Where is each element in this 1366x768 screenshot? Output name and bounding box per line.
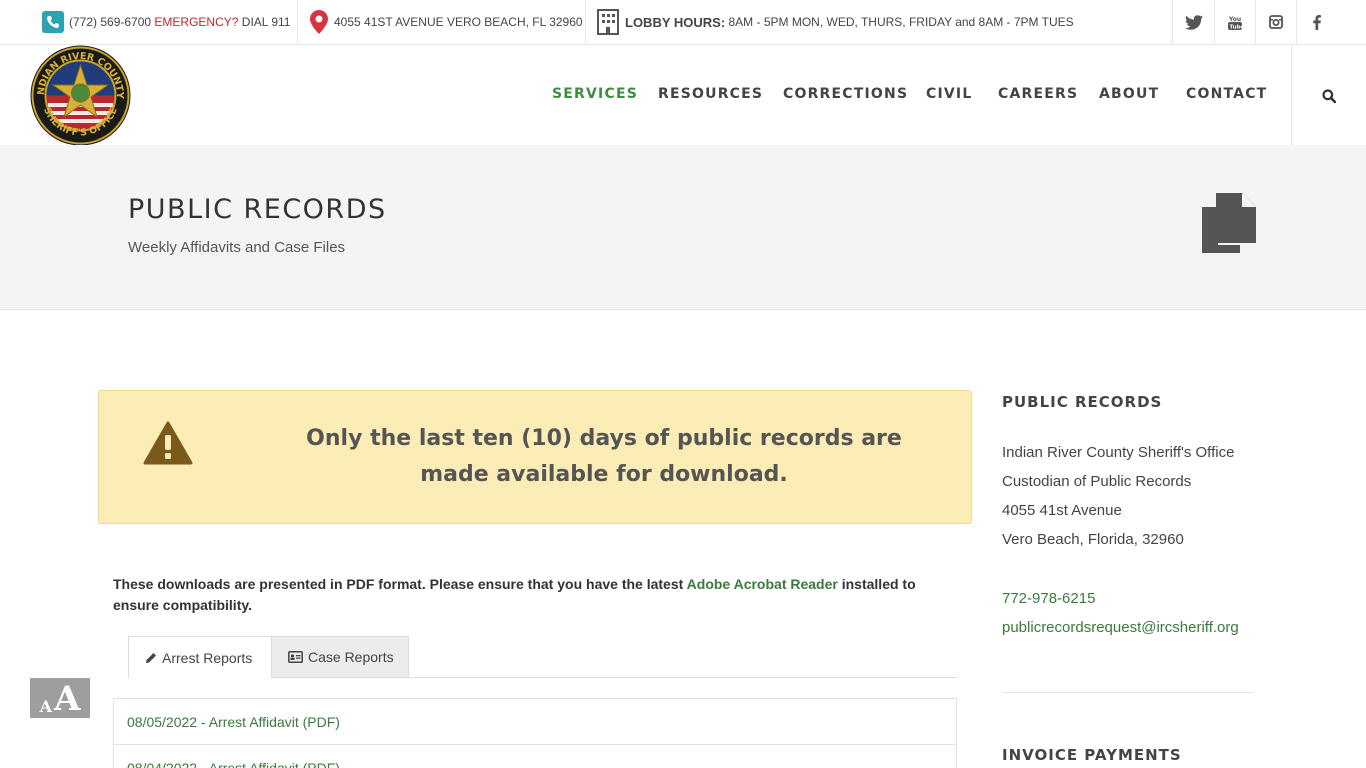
font-size-toggle[interactable]: A A	[30, 678, 90, 718]
records-list: 08/05/2022 - Arrest Affidavit (PDF) 08/0…	[113, 698, 957, 768]
record-link[interactable]: 08/04/2022 - Arrest Affidavit (PDF)	[127, 760, 340, 768]
nav-contact[interactable]: CONTACT	[1186, 86, 1267, 102]
sheriff-logo[interactable]: INDIAN RIVER COUNTY SHERIFF'S OFFICE	[28, 37, 131, 146]
nav-civil[interactable]: CIVIL	[926, 86, 972, 102]
pdf-intro: These downloads are presented in PDF for…	[113, 574, 958, 616]
phone-number[interactable]: (772) 569-6700	[69, 15, 151, 29]
sidebar-address-line: 4055 41st Avenue	[1002, 502, 1122, 519]
download-notice: Only the last ten (10) days of public re…	[98, 390, 972, 524]
warning-icon	[143, 421, 193, 465]
nav-services[interactable]: SERVICES	[552, 86, 638, 102]
lobby-hours-text: 8AM - 5PM MON, WED, THURS, FRIDAY and 8A…	[728, 15, 1074, 29]
search-button[interactable]	[1315, 85, 1343, 107]
lobby-hours-label: LOBBY HOURS:	[625, 14, 726, 30]
map-pin-icon	[310, 10, 328, 34]
youtube-icon: You Tube	[1227, 16, 1242, 31]
sidebar-address-line: Custodian of Public Records	[1002, 473, 1192, 490]
page-subtitle: Weekly Affidavits and Case Files	[128, 239, 346, 256]
building-icon	[597, 9, 619, 35]
nav-about[interactable]: ABOUT	[1099, 86, 1159, 102]
sidebar-heading-invoice: INVOICE PAYMENTS	[1002, 746, 1182, 764]
report-tabs: Arrest Reports Case Reports	[128, 636, 957, 679]
sidebar-heading: PUBLIC RECORDS	[1002, 393, 1163, 411]
tab-label: Case Reports	[308, 649, 394, 665]
tab-case-reports[interactable]: Case Reports	[271, 636, 409, 678]
sidebar-address-line: Vero Beach, Florida, 32960	[1002, 531, 1184, 548]
pencil-icon	[146, 652, 156, 663]
sidebar-email-link[interactable]: publicrecordsrequest@ircsheriff.org	[1002, 619, 1239, 636]
emergency-label: EMERGENCY?	[154, 15, 239, 29]
record-item: 08/05/2022 - Arrest Affidavit (PDF)	[113, 698, 957, 745]
intro-text: These downloads are presented in PDF for…	[113, 576, 687, 592]
twitter-icon	[1184, 14, 1203, 30]
instagram-link[interactable]	[1255, 0, 1296, 44]
record-link[interactable]: 08/05/2022 - Arrest Affidavit (PDF)	[127, 714, 340, 730]
acrobat-reader-link[interactable]: Adobe Acrobat Reader	[687, 576, 838, 592]
id-card-icon	[288, 651, 303, 663]
large-a-icon: A	[54, 679, 81, 719]
search-icon	[1322, 89, 1336, 103]
youtube-link[interactable]: You Tube	[1214, 0, 1255, 44]
documents-icon	[1202, 193, 1256, 253]
nav-careers[interactable]: CAREERS	[998, 86, 1078, 102]
address-info[interactable]: 4055 41ST AVENUE VERO BEACH, FL 32960	[310, 0, 583, 44]
sidebar-phone-link[interactable]: 772-978-6215	[1002, 590, 1095, 607]
instagram-icon	[1268, 15, 1283, 29]
facebook-icon	[1312, 14, 1321, 30]
facebook-link[interactable]	[1296, 0, 1337, 44]
record-item: 08/04/2022 - Arrest Affidavit (PDF)	[113, 745, 957, 768]
lobby-hours-info: LOBBY HOURS: 8AM - 5PM MON, WED, THURS, …	[597, 0, 1074, 44]
phone-icon	[42, 11, 64, 33]
page-title: PUBLIC RECORDS	[128, 194, 387, 225]
title-band: PUBLIC RECORDS Weekly Affidavits and Cas…	[0, 145, 1366, 310]
small-a-icon: A	[39, 697, 53, 716]
nav-corrections[interactable]: CORRECTIONS	[783, 86, 908, 102]
emergency-number: DIAL 911	[241, 15, 291, 29]
sidebar-address-line: Indian River County Sheriff's Office	[1002, 444, 1235, 461]
site-header: INDIAN RIVER COUNTY SHERIFF'S OFFICE SER…	[0, 37, 1366, 146]
tab-label: Arrest Reports	[162, 649, 253, 666]
twitter-link[interactable]	[1173, 0, 1214, 44]
nav-resources[interactable]: RESOURCES	[658, 86, 763, 102]
phone-info[interactable]: (772) 569-6700 EMERGENCY? DIAL 911	[42, 0, 290, 44]
top-bar: (772) 569-6700 EMERGENCY? DIAL 911 4055 …	[0, 0, 1366, 45]
tab-arrest-reports[interactable]: Arrest Reports	[128, 636, 272, 679]
notice-text: Only the last ten (10) days of public re…	[306, 426, 902, 487]
svg-text:You: You	[1228, 16, 1241, 23]
address-text: 4055 41ST AVENUE VERO BEACH, FL 32960	[334, 15, 583, 29]
sidebar-divider	[1002, 692, 1254, 693]
svg-text:Tube: Tube	[1229, 25, 1242, 31]
